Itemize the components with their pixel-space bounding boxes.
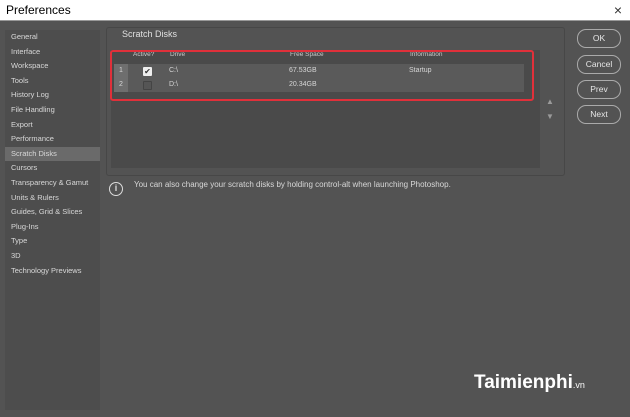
- sidebar-item-general[interactable]: General: [5, 30, 100, 45]
- info-text: You can also change your scratch disks b…: [134, 180, 451, 189]
- prev-button[interactable]: Prev: [577, 80, 621, 99]
- info-icon: i: [109, 182, 123, 196]
- panel-title: Scratch Disks: [122, 29, 178, 39]
- sidebar-item-3d[interactable]: 3D: [5, 249, 100, 264]
- highlight-box: [110, 50, 534, 101]
- sidebar-item-tools[interactable]: Tools: [5, 74, 100, 89]
- sidebar-item-workspace[interactable]: Workspace: [5, 59, 100, 74]
- sidebar-item-performance[interactable]: Performance: [5, 132, 100, 147]
- sidebar-item-export[interactable]: Export: [5, 118, 100, 133]
- close-icon[interactable]: ×: [614, 0, 622, 21]
- sidebar-item-units-rulers[interactable]: Units & Rulers: [5, 191, 100, 206]
- sidebar-item-cursors[interactable]: Cursors: [5, 161, 100, 176]
- sidebar-item-guides-grid-slices[interactable]: Guides, Grid & Slices: [5, 205, 100, 220]
- window-title: Preferences: [6, 3, 71, 17]
- next-button[interactable]: Next: [577, 105, 621, 124]
- watermark-logo: Taimienphi.vn: [474, 372, 585, 393]
- move-up-icon[interactable]: ▲: [546, 97, 554, 106]
- sidebar: General Interface Workspace Tools History Lo…: [5, 30, 100, 410]
- sidebar-item-technology-previews[interactable]: Technology Previews: [5, 264, 100, 279]
- sidebar-item-plug-ins[interactable]: Plug-Ins: [5, 220, 100, 235]
- sidebar-item-history-log[interactable]: History Log: [5, 88, 100, 103]
- sidebar-item-transparency-gamut[interactable]: Transparency & Gamut: [5, 176, 100, 191]
- cancel-button[interactable]: Cancel: [577, 55, 621, 74]
- sidebar-item-interface[interactable]: Interface: [5, 45, 100, 60]
- title-bar: Preferences ×: [0, 0, 630, 21]
- ok-button[interactable]: OK: [577, 29, 621, 48]
- sidebar-item-scratch-disks[interactable]: Scratch Disks: [5, 146, 100, 162]
- move-down-icon[interactable]: ▼: [546, 112, 554, 121]
- sidebar-item-file-handling[interactable]: File Handling: [5, 103, 100, 118]
- sidebar-item-type[interactable]: Type: [5, 234, 100, 249]
